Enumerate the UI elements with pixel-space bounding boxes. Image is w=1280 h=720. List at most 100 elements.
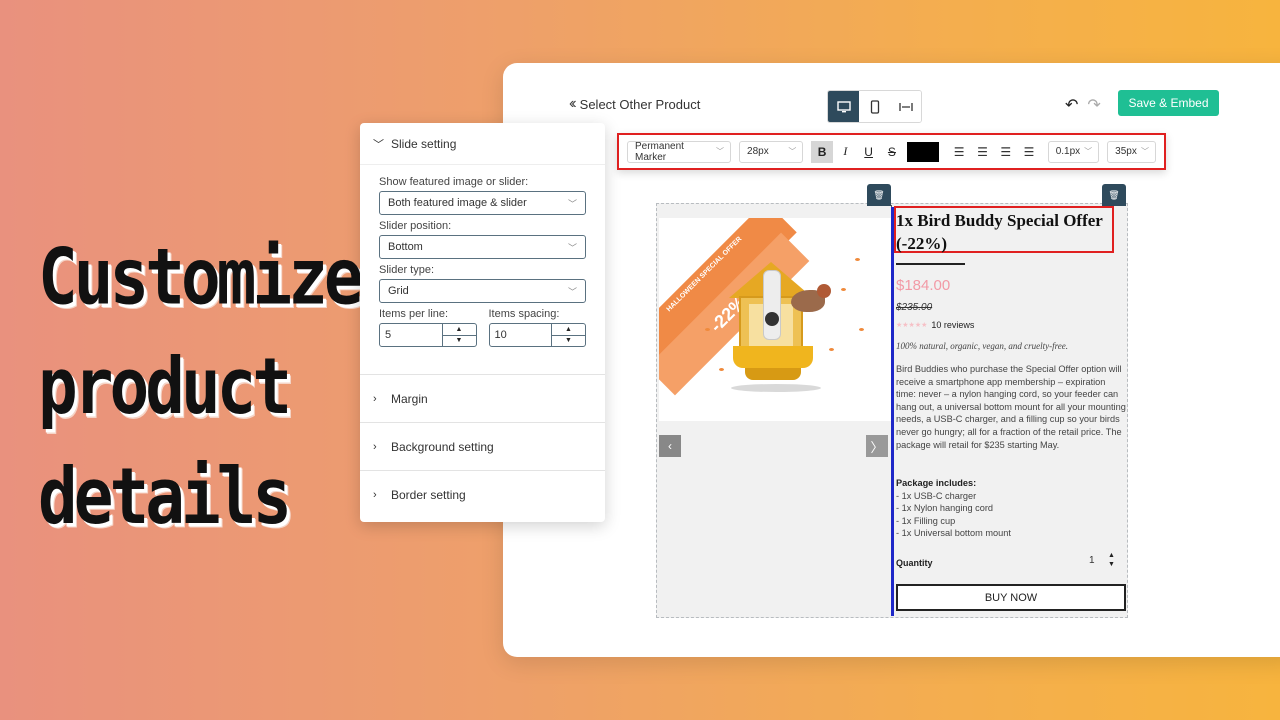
chevron-down-icon: ﹀ (1141, 147, 1150, 156)
undo-icon[interactable]: ↶ (1065, 95, 1078, 115)
settings-panel: ﹀ Slide setting Show featured image or s… (360, 123, 605, 522)
title-divider (896, 263, 965, 265)
delete-icon[interactable]: 🗑 (1102, 184, 1126, 206)
background-title: Background setting (391, 439, 494, 454)
line-height-value: 35px (1115, 146, 1137, 157)
fullwidth-icon[interactable] (890, 91, 921, 122)
items-value: 5 (385, 329, 392, 341)
italic-button[interactable]: I (835, 141, 856, 163)
chevron-down-icon: ﹀ (373, 138, 384, 151)
package-title: Package includes: (896, 478, 977, 488)
decrement-icon[interactable]: ▼ (552, 334, 585, 347)
compare-price: $235.00 (896, 302, 933, 313)
save-embed-button[interactable]: Save & Embed (1118, 90, 1219, 116)
strikethrough-button[interactable]: S (881, 141, 902, 163)
background-header[interactable]: › Background setting (360, 423, 605, 471)
image-block: HALLOWEEN SPECIAL OFFER -22% ‹ 〉 (659, 205, 892, 467)
increment-icon[interactable]: ▲ (443, 324, 476, 335)
package-item: - 1x Universal bottom mount (896, 528, 1011, 539)
slide-setting-body: Show featured image or slider: Both feat… (360, 165, 605, 375)
headline-line-1: Customize (38, 231, 364, 323)
border-title: Border setting (391, 488, 466, 502)
text-toolbar: Permanent Marker ﹀ 28px ﹀ B I U S ☰ ☰ ☰ … (617, 133, 1166, 170)
back-button[interactable]: ‹‹ Select Other Product (569, 95, 700, 113)
items-label: Items per line: (379, 308, 449, 320)
border-header[interactable]: › Border setting (360, 471, 605, 519)
product-price: $184.00 (896, 277, 951, 294)
headline-line-2: product (38, 341, 292, 433)
buy-now-button[interactable]: BUY NOW (896, 584, 1126, 611)
font-family-select[interactable]: Permanent Marker ﹀ (627, 140, 732, 163)
desktop-icon[interactable] (828, 91, 859, 122)
chevron-right-icon[interactable]: 〉 (866, 435, 888, 457)
position-select[interactable]: Bottom ﹀ (379, 235, 586, 259)
font-size-select[interactable]: 28px ﹀ (739, 140, 804, 163)
back-label: Select Other Product (579, 96, 701, 112)
mobile-icon[interactable] (859, 91, 890, 122)
product-title[interactable]: 1x Bird Buddy Special Offer (-22%) (896, 209, 1116, 255)
type-select[interactable]: Grid ﹀ (379, 279, 586, 303)
product-tagline: 100% natural, organic, vegan, and cruelt… (896, 341, 1069, 351)
featured-select[interactable]: Both featured image & slider ﹀ (379, 191, 586, 215)
featured-label: Show featured image or slider: (379, 176, 529, 188)
spacing-label: Items spacing: (488, 308, 560, 320)
quantity-label: Quantity (896, 558, 933, 568)
align-left-icon[interactable]: ☰ (949, 141, 970, 163)
position-value: Bottom (388, 241, 423, 253)
headline: Customize product details (38, 222, 364, 551)
reviews-count: 10 reviews (931, 320, 975, 330)
underline-button[interactable]: U (858, 141, 879, 163)
delete-icon[interactable]: 🗑 (867, 184, 891, 206)
rating: ★★★★★ 10 reviews (896, 320, 974, 330)
chevron-right-icon: › (373, 440, 377, 453)
chevron-down-icon: ﹀ (567, 242, 577, 253)
spacing-value: 10 (494, 329, 507, 341)
line-height-select[interactable]: 35px ﹀ (1107, 140, 1157, 163)
decrement-icon[interactable]: ▼ (442, 334, 476, 347)
spacing-stepper[interactable]: 10 ▲ ▼ (488, 323, 586, 347)
bold-button[interactable]: B (811, 140, 833, 163)
letter-spacing-value: 0.1px (1055, 146, 1081, 157)
letter-spacing-select[interactable]: 0.1px ﹀ (1047, 140, 1100, 163)
thumbnail-prev[interactable]: ‹ (659, 435, 681, 457)
package-item: - 1x Nylon hanging cord (896, 503, 994, 514)
thumbnail-slider: ‹ 〉 (659, 421, 891, 467)
margin-header[interactable]: › Margin (360, 375, 605, 423)
increment-icon[interactable]: ▲ (552, 324, 585, 335)
quantity-value[interactable]: 1 (1089, 555, 1095, 566)
product-image[interactable]: HALLOWEEN SPECIAL OFFER -22% (659, 218, 891, 421)
device-switcher (827, 90, 922, 123)
package-item: - 1x USB-C charger (896, 490, 977, 501)
slide-setting-header[interactable]: ﹀ Slide setting (360, 123, 605, 165)
align-center-icon[interactable]: ☰ (972, 141, 993, 163)
selection-line (891, 207, 894, 616)
items-stepper[interactable]: 5 ▲ ▼ (379, 323, 477, 347)
position-label: Slider position: (379, 220, 452, 232)
featured-value: Both featured image & slider (388, 197, 527, 209)
chevron-down-icon: ﹀ (567, 198, 577, 209)
double-chevron-left-icon: ‹‹ (569, 95, 576, 112)
chevron-right-icon: › (373, 489, 377, 501)
font-size-value: 28px (747, 146, 769, 157)
chevron-down-icon: ﹀ (788, 147, 797, 156)
chevron-down-icon: ﹀ (716, 147, 725, 156)
package-item: - 1x Filling cup (896, 515, 956, 526)
undo-redo: ↶ ↷ (1065, 95, 1101, 115)
items-row: Items per line: 5 ▲ ▼ Items spacing: 10 … (379, 303, 586, 347)
margin-title: Margin (391, 391, 428, 406)
align-justify-icon[interactable]: ☰ (1018, 141, 1039, 163)
chevron-down-icon: ﹀ (1084, 147, 1093, 156)
package-list: Package includes: - 1x USB-C charger - 1… (896, 477, 1126, 540)
star-rating-icon: ★★★★★ (896, 322, 928, 329)
quantity-stepper[interactable]: ▲ ▼ (1108, 551, 1115, 569)
product-description: Bird Buddies who purchase the Special Of… (896, 364, 1126, 450)
align-right-icon[interactable]: ☰ (995, 141, 1016, 163)
chevron-right-icon: › (373, 392, 377, 405)
type-label: Slider type: (379, 264, 435, 276)
slide-setting-title: Slide setting (391, 136, 457, 151)
type-value: Grid (388, 285, 409, 297)
headline-line-3: details (38, 450, 292, 542)
text-color-swatch[interactable] (906, 141, 939, 162)
redo-icon[interactable]: ↷ (1087, 95, 1100, 115)
font-family-value: Permanent Marker (635, 140, 684, 163)
